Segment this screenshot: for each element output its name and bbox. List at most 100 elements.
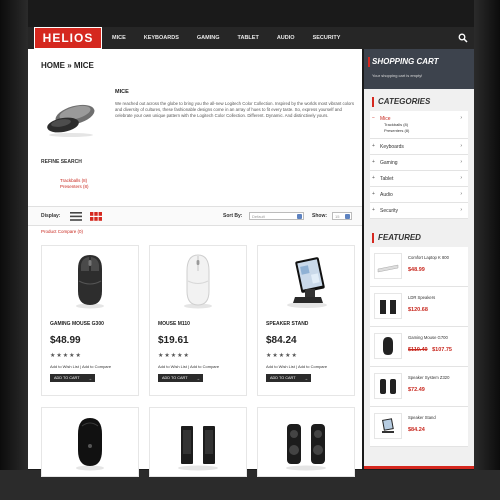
- categories-title: CATEGORIES: [378, 97, 431, 106]
- nav-item-audio[interactable]: AUDIO: [277, 35, 295, 41]
- sidebar-item-mice[interactable]: − Mice › Trackballs (8) Presenters (8): [370, 111, 468, 139]
- page-background-right: [474, 0, 500, 500]
- accent-bar: [368, 57, 370, 67]
- featured-item[interactable]: Speaker Stand $84.24: [370, 407, 468, 447]
- product-card[interactable]: [149, 407, 247, 477]
- sort-by-select[interactable]: Default: [249, 212, 304, 220]
- arrow-right-icon: →: [88, 376, 92, 381]
- add-to-compare-link[interactable]: Add to Compare: [82, 364, 111, 369]
- category-label: Audio: [380, 192, 393, 198]
- featured-thumbnail[interactable]: [374, 333, 402, 359]
- refine-search-heading: REFINE SEARCH: [41, 159, 82, 165]
- product-card: MOUSE M110 $19.61 ★★★★★ Add to Wish List…: [149, 245, 247, 396]
- featured-item[interactable]: Gaming Mouse G700 $119.49 $107.75: [370, 327, 468, 367]
- list-view-icon[interactable]: [70, 212, 82, 221]
- add-to-wishlist-link[interactable]: Add to Wish List: [158, 364, 187, 369]
- plus-icon: +: [372, 143, 375, 149]
- sidebar-item-gaming[interactable]: + Gaming ›: [370, 155, 468, 171]
- featured-price-value: $84.24: [408, 427, 425, 433]
- add-to-wishlist-link[interactable]: Add to Wish List: [50, 364, 79, 369]
- add-to-cart-button[interactable]: ADD TO CART →: [158, 374, 203, 382]
- chevron-icon: ›: [460, 143, 462, 149]
- display-label: Display:: [41, 213, 61, 219]
- featured-price-value: $120.68: [408, 307, 428, 313]
- product-name[interactable]: MOUSE M110: [158, 321, 246, 327]
- main-content: HOME » MICE MICE We reached out across t…: [28, 49, 362, 477]
- featured-item[interactable]: Speaker System Z320 $72.49: [370, 367, 468, 407]
- subcategory-presenters[interactable]: Presenters (8): [380, 128, 468, 134]
- sidebar-item-keyboards[interactable]: + Keyboards ›: [370, 139, 468, 155]
- sidebar-item-audio[interactable]: + Audio ›: [370, 187, 468, 203]
- featured-thumbnail[interactable]: [374, 373, 402, 399]
- shopping-cart-title: SHOPPING CART: [372, 57, 439, 66]
- featured-price: $84.24: [408, 427, 425, 433]
- category-description: We reached out across the globe to bring…: [115, 101, 354, 118]
- category-label: Keyboards: [380, 144, 404, 150]
- nav-item-security[interactable]: SECURITY: [313, 35, 341, 41]
- accent-bar: [372, 97, 374, 107]
- featured-name[interactable]: Speaker Stand: [408, 415, 436, 420]
- plus-icon: +: [372, 175, 375, 181]
- product-links: Add to Wish List | Add to Compare: [50, 364, 112, 369]
- product-image: [76, 418, 104, 471]
- featured-price: $119.49 $107.75: [408, 347, 452, 353]
- product-card[interactable]: [41, 407, 139, 477]
- page-background-left: [0, 0, 28, 500]
- plus-icon: +: [372, 159, 375, 165]
- add-to-cart-label: ADD TO CART: [162, 376, 188, 380]
- add-to-cart-button[interactable]: ADD TO CART →: [50, 374, 95, 382]
- product-price: $84.24: [266, 335, 297, 346]
- featured-name[interactable]: LDR Speakers: [408, 295, 435, 300]
- featured-name[interactable]: Speaker System Z320: [408, 375, 449, 380]
- product-image[interactable]: [42, 246, 138, 316]
- featured-name[interactable]: Gaming Mouse G700: [408, 335, 448, 340]
- category-image: [47, 104, 95, 137]
- product-rating: ★★★★★: [50, 353, 82, 359]
- product-toolbar: Display: Sort By: Default Show: 15: [28, 206, 362, 226]
- chevron-down-icon: [297, 214, 302, 219]
- top-navigation-bar: HELIOS MICE KEYBOARDS GAMING TABLET AUDI…: [28, 27, 474, 49]
- nav-item-gaming[interactable]: GAMING: [197, 35, 220, 41]
- featured-price-value: $72.49: [408, 387, 425, 393]
- search-icon[interactable]: [458, 33, 468, 43]
- product-price: $19.61: [158, 335, 189, 346]
- featured-thumbnail[interactable]: [374, 413, 402, 439]
- product-image[interactable]: [258, 246, 354, 316]
- featured-name[interactable]: Comfort Laptop K 800: [408, 255, 449, 260]
- featured-item[interactable]: LDR Speakers $120.68: [370, 287, 468, 327]
- chevron-down-icon: [345, 214, 350, 219]
- add-to-compare-link[interactable]: Add to Compare: [190, 364, 219, 369]
- product-name[interactable]: GAMING MOUSE G300: [50, 321, 138, 327]
- site-logo[interactable]: HELIOS: [34, 27, 102, 49]
- sidebar-item-tablet[interactable]: + Tablet ›: [370, 171, 468, 187]
- product-name[interactable]: SPEAKER STAND: [266, 321, 354, 327]
- product-links: Add to Wish List | Add to Compare: [158, 364, 220, 369]
- chevron-icon: ›: [460, 115, 462, 121]
- product-price: $48.99: [50, 335, 81, 346]
- add-to-wishlist-link[interactable]: Add to Wish List: [266, 364, 295, 369]
- add-to-cart-button[interactable]: ADD TO CART →: [266, 374, 311, 382]
- refine-link-presenters[interactable]: Presenters (8): [60, 184, 89, 190]
- product-compare-link[interactable]: Product Compare (0): [41, 229, 83, 234]
- product-card[interactable]: [257, 407, 355, 477]
- featured-old-price: $119.49: [408, 347, 428, 353]
- nav-item-keyboards[interactable]: KEYBOARDS: [144, 35, 179, 41]
- grid-view-icon[interactable]: [90, 212, 102, 221]
- add-to-compare-link[interactable]: Add to Compare: [298, 364, 327, 369]
- featured-thumbnail[interactable]: [374, 253, 402, 279]
- breadcrumb[interactable]: HOME » MICE: [41, 61, 94, 70]
- chevron-icon: ›: [460, 175, 462, 181]
- shopping-cart-panel[interactable]: SHOPPING CART Your shopping cart is empt…: [364, 49, 474, 89]
- featured-thumbnail[interactable]: [374, 293, 402, 319]
- featured-price-value: $107.75: [432, 347, 452, 353]
- chevron-icon: ›: [460, 159, 462, 165]
- product-image[interactable]: [150, 246, 246, 316]
- nav-item-tablet[interactable]: TABLET: [238, 35, 259, 41]
- shopping-cart-note: Your shopping cart is empty!: [372, 73, 423, 78]
- sort-by-value: Default: [252, 214, 265, 219]
- minus-icon: −: [372, 115, 375, 121]
- sidebar-item-security[interactable]: + Security ›: [370, 203, 468, 219]
- featured-item[interactable]: Comfort Laptop K 800 $48.99: [370, 247, 468, 287]
- nav-item-mice[interactable]: MICE: [112, 35, 126, 41]
- show-limit-select[interactable]: 15: [332, 212, 352, 220]
